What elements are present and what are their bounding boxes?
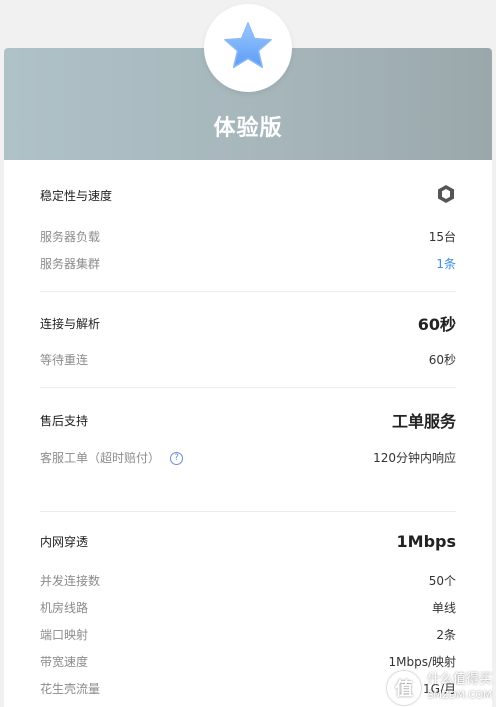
stat-row: 带宽速度 1Mbps/映射 <box>40 653 456 670</box>
hexagon-badge-icon <box>436 184 456 207</box>
intranet-title: 内网穿透 <box>40 535 89 549</box>
stat-label: 并发连接数 <box>40 574 101 588</box>
divider <box>40 291 456 292</box>
stat-row: 并发连接数 50个 <box>40 572 456 589</box>
support-title: 售后支持 <box>40 413 89 428</box>
stat-label: 客服工单（超时赔付） <box>40 451 161 465</box>
stat-value: 120分钟内响应 <box>373 451 456 465</box>
plan-logo <box>204 4 292 92</box>
stat-label: 服务器负载 <box>40 230 101 244</box>
stat-row: 机房线路 单线 <box>40 599 456 616</box>
stat-value: 单线 <box>431 601 456 615</box>
stat-label: 带宽速度 <box>40 655 89 669</box>
intranet-header: 内网穿透 1Mbps <box>40 532 456 551</box>
stat-row: 服务器集群 1条 <box>40 255 456 272</box>
stat-row: 等待重连 60秒 <box>40 351 456 368</box>
plan-title: 体验版 <box>213 116 283 141</box>
watermark-logo: 值 <box>386 671 421 705</box>
stability-title: 稳定性与速度 <box>40 189 113 203</box>
support-header: 售后支持 工单服务 <box>40 408 456 432</box>
stat-label: 服务器集群 <box>40 257 101 271</box>
stat-value: 2条 <box>436 628 456 642</box>
stat-row: 服务器负载 15台 <box>40 228 456 245</box>
stat-label: 机房线路 <box>40 601 89 615</box>
stat-row: 端口映射 2条 <box>40 626 456 643</box>
support-headline: 工单服务 <box>391 412 456 431</box>
cluster-link[interactable]: 1条 <box>436 255 456 272</box>
intranet-headline: 1Mbps <box>396 532 456 551</box>
stat-value: 15台 <box>428 230 456 244</box>
question-circle-icon[interactable]: ? <box>170 452 184 465</box>
smzdm-watermark: 值 什么值得买 SMZDM.COM <box>386 671 492 705</box>
stat-value: 50个 <box>428 574 456 588</box>
stat-value: 1Mbps/映射 <box>388 655 456 669</box>
connection-title: 连接与解析 <box>40 316 101 331</box>
plan-card: 体验版 稳定性与速度 服务器负载 15台 服务器集群 1条 连接与解析 60秒 <box>4 48 492 707</box>
stat-label: 等待重连 <box>40 353 89 367</box>
divider <box>40 387 456 388</box>
connection-headline: 60秒 <box>417 315 456 334</box>
watermark-line1: 什么值得买 <box>426 672 492 687</box>
stat-label: 花生壳流量 <box>40 682 101 696</box>
stability-header: 稳定性与速度 <box>40 184 456 207</box>
star-icon <box>222 20 274 76</box>
stat-row: 客服工单（超时赔付）? 120分钟内响应 <box>40 449 456 466</box>
stat-value: 60秒 <box>428 353 456 367</box>
connection-header: 连接与解析 60秒 <box>40 311 456 335</box>
stat-label: 端口映射 <box>40 628 89 642</box>
watermark-line2: SMZDM.COM <box>426 690 492 701</box>
divider <box>40 511 456 512</box>
